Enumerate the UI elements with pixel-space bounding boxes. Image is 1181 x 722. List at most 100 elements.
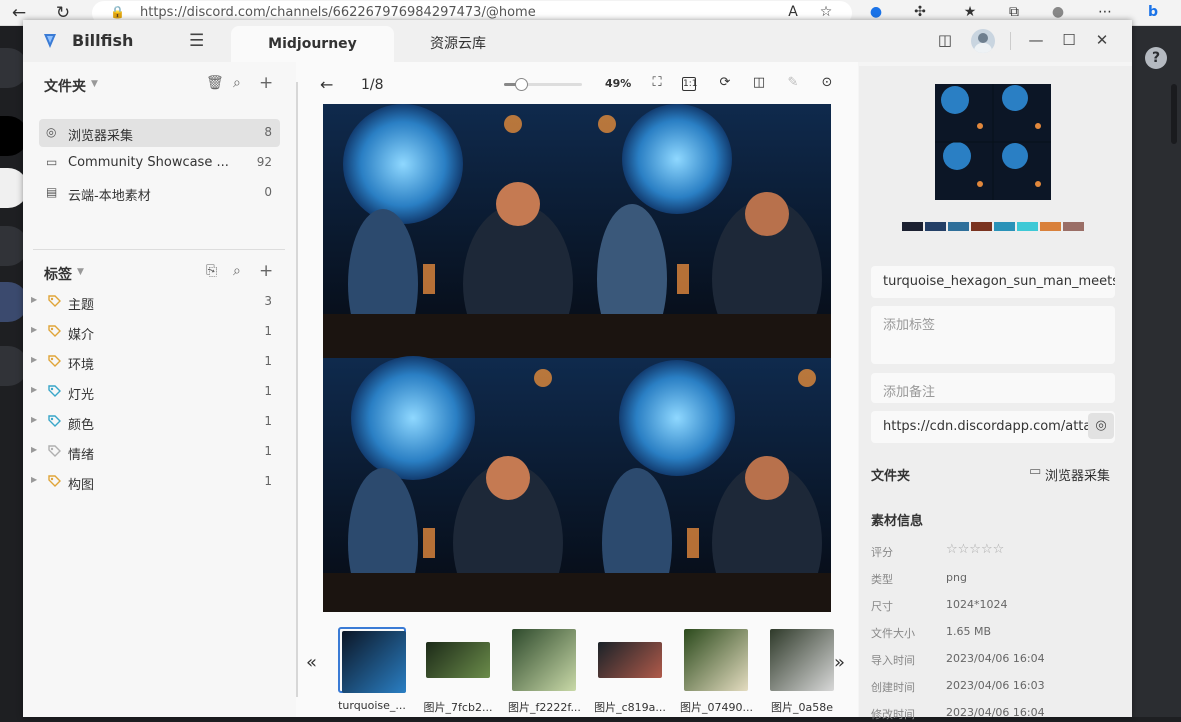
tag-item[interactable]: ▶ 情绪 1	[31, 438, 280, 466]
tag-count: 1	[264, 414, 272, 428]
thumbnail-image	[770, 629, 834, 691]
add-icon[interactable]: +	[259, 73, 273, 93]
minimize-button[interactable]: —	[1025, 31, 1047, 51]
compare-icon[interactable]: ◫	[750, 75, 768, 93]
tag-label: 灯光	[68, 388, 95, 403]
expand-arrow-icon[interactable]: ▶	[31, 325, 37, 334]
splitter[interactable]	[296, 82, 298, 697]
bing-icon[interactable]: b	[1143, 4, 1163, 22]
discord-panel: ?	[1132, 26, 1181, 717]
search-icon[interactable]: ⌕	[233, 263, 241, 279]
panel-toggle-icon[interactable]: ◫	[934, 31, 956, 51]
note-field[interactable]: 添加备注	[871, 373, 1115, 403]
meta-key: 创建时间	[871, 681, 915, 694]
tag-icon	[48, 415, 61, 427]
folder-count: 0	[264, 185, 272, 199]
color-swatch[interactable]	[971, 222, 992, 231]
chevron-down-icon[interactable]: ▼	[77, 267, 84, 277]
tag-item[interactable]: ▶ 媒介 1	[31, 318, 280, 346]
chevron-down-icon[interactable]: ▼	[91, 79, 98, 89]
folder-item-browser-collect[interactable]: ◎ 浏览器采集 8	[39, 119, 280, 147]
title-bar: Billfish ☰ Midjourney 资源云库 ◫ — ☐ ✕	[23, 20, 1132, 62]
double-chevron-left-icon[interactable]: «	[306, 652, 317, 673]
thumbnail-image	[598, 642, 662, 678]
discord-server-rail	[0, 26, 28, 717]
tag-item[interactable]: ▶ 颜色 1	[31, 408, 280, 436]
folder-icon: ▭	[1029, 464, 1042, 479]
tags-field[interactable]: 添加标签	[871, 306, 1115, 364]
tag-label: 主题	[68, 298, 95, 313]
expand-arrow-icon[interactable]: ▶	[31, 445, 37, 454]
color-swatch[interactable]	[994, 222, 1015, 231]
expand-arrow-icon[interactable]: ▶	[31, 475, 37, 484]
folder-section-title: 文件夹	[871, 469, 911, 484]
thumbnail-image	[684, 629, 748, 691]
thumbnail-3[interactable]	[510, 627, 578, 693]
tag-item[interactable]: ▶ 灯光 1	[31, 378, 280, 406]
screenshot-icon[interactable]: ⊙	[818, 75, 836, 93]
tab-midjourney[interactable]: Midjourney	[231, 26, 394, 62]
rotate-icon[interactable]: ⟳	[716, 75, 734, 93]
thumbnail-1[interactable]	[338, 627, 406, 693]
color-swatch[interactable]	[902, 222, 923, 231]
main-viewer: ← 1/8 49% ⛶ 1:1 ⟳ ◫ ✎ ⊙ « » turquoise_..…	[296, 62, 858, 717]
tag-item[interactable]: ▶ 主题 3	[31, 288, 280, 316]
folder-link[interactable]: 浏览器采集	[1045, 465, 1110, 484]
search-icon[interactable]: ⌕	[233, 75, 241, 91]
tab-resource-cloud[interactable]: 资源云库	[403, 26, 513, 62]
thumbnail-6[interactable]	[768, 627, 836, 693]
back-arrow-icon[interactable]: ←	[320, 75, 333, 94]
close-button[interactable]: ✕	[1091, 31, 1113, 51]
tag-count: 1	[264, 444, 272, 458]
source-url-field[interactable]: https://cdn.discordapp.com/attac	[871, 411, 1115, 443]
thumbnail-5[interactable]	[682, 627, 750, 693]
zoom-percentage: 49%	[605, 77, 632, 90]
folder-item-community-showcase[interactable]: ▭ Community Showcase ... 92	[39, 149, 280, 177]
maximize-button[interactable]: ☐	[1058, 31, 1080, 51]
folder-label: Community Showcase ...	[68, 155, 229, 170]
tag-count: 1	[264, 384, 272, 398]
folder-label: 浏览器采集	[68, 129, 134, 144]
open-link-icon[interactable]: ◎	[1088, 413, 1114, 439]
trash-icon[interactable]: 🗑	[206, 75, 224, 91]
expand-arrow-icon[interactable]: ▶	[31, 295, 37, 304]
filename-field[interactable]: turquoise_hexagon_sun_man_meets_	[871, 266, 1115, 298]
color-swatch[interactable]	[925, 222, 946, 231]
fit-screen-icon[interactable]: ⛶	[648, 75, 666, 93]
expand-arrow-icon[interactable]: ▶	[31, 355, 37, 364]
tag-icon	[48, 295, 61, 307]
menu-icon[interactable]: ☰	[189, 31, 204, 51]
expand-arrow-icon[interactable]: ▶	[31, 385, 37, 394]
zoom-slider[interactable]	[504, 78, 582, 91]
rating-stars[interactable]: ☆☆☆☆☆	[946, 542, 1004, 557]
folder-item-cloud-local[interactable]: ▤ 云端-本地素材 0	[39, 179, 280, 207]
image-preview[interactable]	[323, 104, 831, 612]
divider[interactable]	[33, 249, 285, 250]
expand-arrow-icon[interactable]: ▶	[31, 415, 37, 424]
add-icon[interactable]: +	[259, 261, 273, 281]
thumbnail-2[interactable]	[424, 627, 492, 693]
zoom-slider-handle[interactable]	[515, 78, 529, 91]
avatar[interactable]	[971, 29, 995, 53]
actual-size-icon[interactable]: 1:1	[682, 77, 697, 91]
sidebar: 文件夹 ▼ 🗑 ⌕ + ◎ 浏览器采集 8 ▭ Community Showca…	[23, 62, 296, 717]
meta-key: 类型	[871, 573, 893, 586]
meta-value: 2023/04/06 16:04	[946, 652, 1045, 665]
color-swatch[interactable]	[1017, 222, 1038, 231]
bookmark-icon[interactable]: ⎘	[206, 263, 217, 279]
tag-count: 3	[264, 294, 272, 308]
tag-item[interactable]: ▶ 环境 1	[31, 348, 280, 376]
scrollbar[interactable]	[1171, 84, 1177, 144]
color-swatch[interactable]	[948, 222, 969, 231]
help-icon[interactable]: ?	[1145, 47, 1167, 69]
brush-icon[interactable]: ✎	[784, 75, 802, 93]
color-swatch[interactable]	[1040, 222, 1061, 231]
folder-icon: ▭	[46, 155, 58, 169]
folder-count: 92	[256, 155, 272, 169]
tag-icon	[48, 355, 61, 367]
preview-thumbnail[interactable]	[935, 84, 1051, 200]
thumbnail-4[interactable]	[596, 627, 664, 693]
tag-item[interactable]: ▶ 构图 1	[31, 468, 280, 496]
compass-icon: ◎	[46, 125, 57, 139]
color-swatch[interactable]	[1063, 222, 1084, 231]
